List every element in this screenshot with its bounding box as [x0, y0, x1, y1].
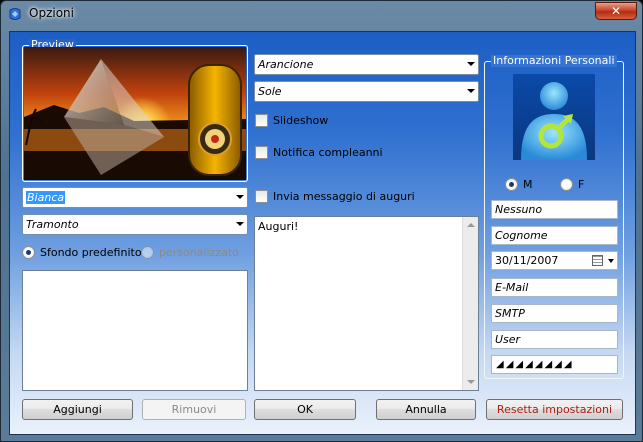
remove-button[interactable]: Rimuovi	[142, 399, 246, 420]
greetings-textarea[interactable]: Auguri!	[254, 216, 479, 391]
radio-default-background[interactable]: Sfondo predefinito	[22, 246, 142, 259]
chevron-down-icon[interactable]	[608, 259, 614, 263]
greetings-text: Auguri!	[258, 220, 299, 233]
slideshow-label: Slideshow	[273, 114, 329, 127]
theme-value: Tramonto	[26, 218, 79, 231]
image-value: Sole	[258, 85, 282, 98]
theme-combo[interactable]: Tramonto	[22, 214, 248, 235]
scroll-down-icon[interactable]	[467, 380, 475, 384]
surname-field[interactable]: Cognome	[491, 226, 618, 245]
email-field[interactable]: E-Mail	[491, 278, 618, 297]
send-greetings-checkbox[interactable]: Invia messaggio di auguri	[255, 190, 415, 203]
radio-button[interactable]	[22, 246, 35, 259]
radio-button[interactable]	[141, 246, 154, 259]
password-field[interactable]: ◢◢◢◢◢◢◢◢	[491, 355, 618, 374]
birthdate-value: 30/11/2007	[495, 254, 559, 267]
email-value: E-Mail	[495, 281, 529, 294]
options-window: Opzioni ✕ Preview Bianca Tramonto Sfondo…	[0, 0, 643, 442]
gender-male-label: M	[523, 178, 533, 191]
chevron-down-icon	[467, 62, 475, 66]
background-color-combo[interactable]: Bianca	[22, 187, 248, 208]
user-value: User	[495, 333, 521, 346]
title-bar[interactable]: Opzioni ✕	[1, 1, 642, 27]
birthday-notify-checkbox[interactable]: Notifica compleanni	[255, 146, 383, 159]
male-avatar-image	[513, 74, 595, 160]
chevron-down-icon	[236, 195, 244, 199]
app-icon	[9, 8, 21, 20]
client-area: Preview Bianca Tramonto Sfondo predefini…	[9, 31, 636, 435]
smtp-field[interactable]: SMTP	[491, 304, 618, 323]
close-button[interactable]: ✕	[595, 2, 637, 20]
chevron-down-icon	[236, 222, 244, 226]
chevron-down-icon	[467, 89, 475, 93]
password-mask: ◢◢◢◢◢◢◢◢	[496, 359, 574, 370]
reset-settings-button[interactable]: Resetta impostazioni	[486, 399, 623, 420]
add-button[interactable]: Aggiungi	[22, 399, 133, 420]
ok-button[interactable]: OK	[254, 399, 356, 420]
birthday-notify-label: Notifica compleanni	[273, 146, 383, 159]
surname-value: Cognome	[495, 229, 548, 242]
window-title: Opzioni	[29, 6, 74, 20]
radio-default-label: Sfondo predefinito	[40, 246, 142, 259]
accent-color-value: Arancione	[258, 58, 314, 71]
slideshow-checkbox[interactable]: Slideshow	[255, 114, 328, 127]
gender-female-label: F	[578, 178, 585, 191]
image-combo[interactable]: Sole	[254, 81, 479, 102]
radio-custom-label: personalizzato	[159, 246, 239, 259]
checkbox-box[interactable]	[255, 190, 268, 203]
name-field[interactable]: Nessuno	[491, 200, 618, 219]
radio-button[interactable]	[505, 178, 518, 191]
preview-group: Preview	[22, 39, 248, 182]
personal-info-title: Informazioni Personali	[491, 54, 617, 67]
birthdate-picker[interactable]: 30/11/2007	[491, 251, 618, 270]
background-color-value: Bianca	[26, 191, 66, 204]
checkbox-box[interactable]	[255, 146, 268, 159]
smtp-value: SMTP	[495, 307, 525, 320]
vertical-scrollbar[interactable]	[462, 217, 478, 390]
accent-color-combo[interactable]: Arancione	[254, 54, 479, 75]
checkbox-box[interactable]	[255, 114, 268, 127]
gender-male-radio[interactable]: M	[505, 178, 533, 191]
personal-info-group: Informazioni Personali M F Nessuno Cogno…	[484, 55, 624, 379]
send-greetings-label: Invia messaggio di auguri	[273, 190, 415, 203]
radio-button[interactable]	[560, 178, 573, 191]
gender-female-radio[interactable]: F	[560, 178, 584, 191]
scroll-up-icon[interactable]	[467, 223, 475, 227]
calendar-icon[interactable]	[592, 255, 603, 266]
background-list[interactable]	[22, 270, 248, 391]
cancel-button[interactable]: Annulla	[376, 399, 476, 420]
user-field[interactable]: User	[491, 330, 618, 349]
radio-custom-background[interactable]: personalizzato	[141, 246, 239, 259]
name-value: Nessuno	[495, 203, 543, 216]
preview-image	[24, 47, 246, 180]
